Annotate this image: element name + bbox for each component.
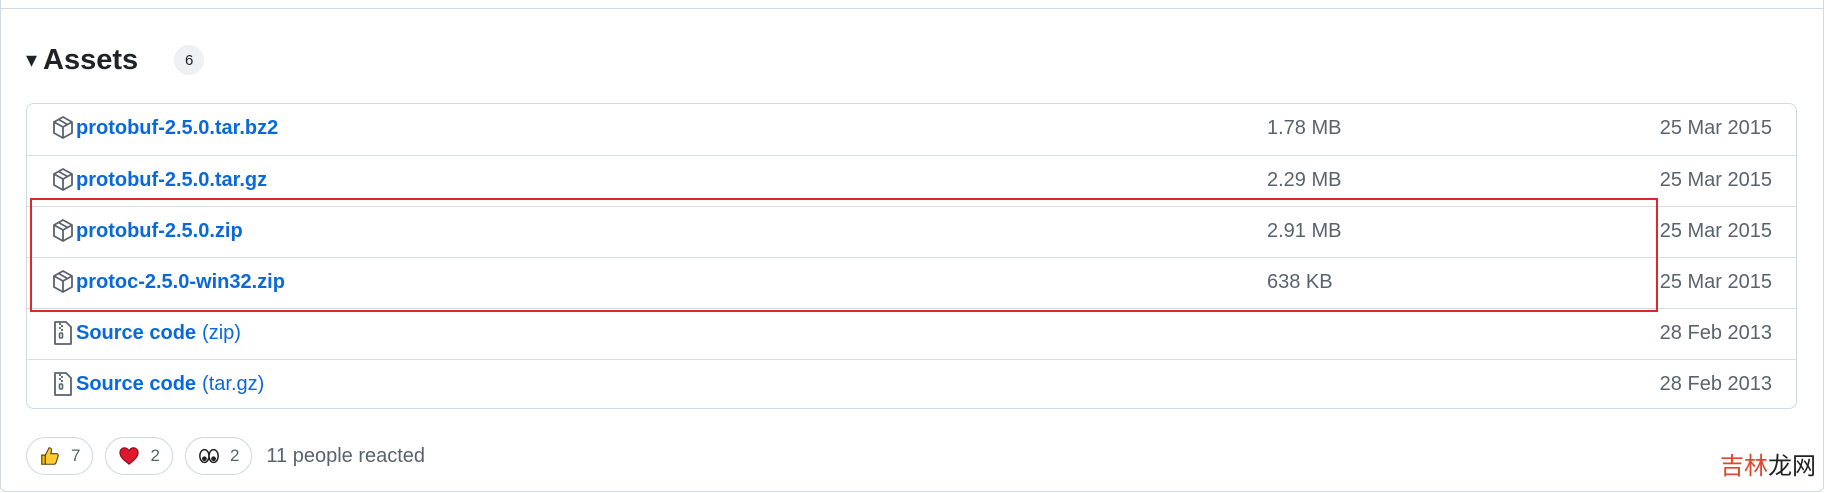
- asset-link[interactable]: protobuf-2.5.0.tar.bz2: [76, 117, 278, 140]
- asset-date: 25 Mar 2015: [1659, 271, 1772, 293]
- asset-date: 28 Feb 2013: [1659, 373, 1772, 395]
- asset-row: Source code (zip) 28 Feb 2013: [27, 308, 1796, 359]
- reaction-thumbs-up-button[interactable]: 7: [26, 437, 94, 475]
- asset-size: 1.78 MB: [1267, 117, 1342, 139]
- assets-title: Assets: [43, 43, 139, 76]
- source-code-link[interactable]: Source code (zip): [76, 322, 241, 345]
- source-code-label: Source code: [76, 373, 197, 395]
- asset-date: 25 Mar 2015: [1659, 169, 1772, 191]
- asset-link[interactable]: protobuf-2.5.0.tar.gz: [76, 169, 267, 192]
- asset-date: 25 Mar 2015: [1659, 117, 1772, 139]
- source-code-label: Source code: [76, 322, 197, 344]
- reaction-count: 2: [229, 446, 240, 465]
- thumbs-up-icon: [41, 447, 59, 465]
- source-code-link[interactable]: Source code (tar.gz): [76, 373, 264, 396]
- assets-count-badge: 6: [174, 45, 205, 75]
- file-zip-icon: [54, 372, 72, 396]
- package-icon: [53, 116, 73, 139]
- reaction-eyes-button[interactable]: 2: [184, 437, 253, 475]
- asset-row: Source code (tar.gz) 28 Feb 2013: [27, 359, 1796, 408]
- reaction-heart-button[interactable]: 2: [105, 437, 173, 475]
- assets-header[interactable]: ▾ Assets 6: [26, 40, 205, 80]
- reactions-bar: 7 2 2 11 people reacted: [26, 436, 425, 476]
- asset-date: 28 Feb 2013: [1659, 322, 1772, 344]
- archive-format: (tar.gz): [202, 373, 265, 395]
- asset-date: 25 Mar 2015: [1659, 220, 1772, 242]
- package-icon: [53, 168, 73, 191]
- asset-row: protobuf-2.5.0.tar.bz2 1.78 MB 25 Mar 20…: [27, 104, 1796, 155]
- caret-down-icon: ▾: [26, 47, 38, 72]
- asset-size: 2.29 MB: [1267, 169, 1342, 191]
- red-highlight-annotation: [30, 198, 1658, 312]
- file-zip-icon: [54, 321, 72, 345]
- heart-icon: [119, 447, 140, 465]
- top-divider: [0, 8, 1824, 9]
- reaction-count: 7: [71, 446, 81, 465]
- eyes-icon: [199, 448, 219, 464]
- archive-format: (zip): [202, 322, 241, 344]
- reaction-count: 2: [150, 446, 160, 465]
- site-watermark: 吉林龙网: [1720, 452, 1816, 480]
- reactions-summary: 11 people reacted: [266, 444, 426, 467]
